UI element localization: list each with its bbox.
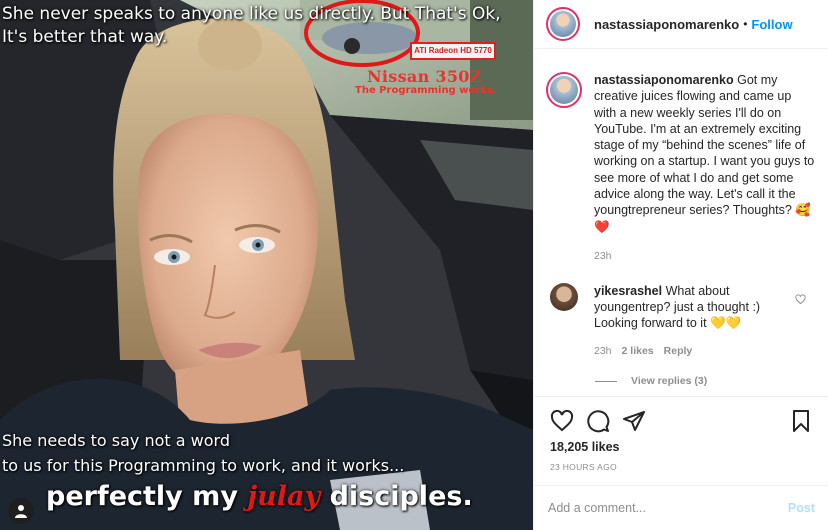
heart-icon[interactable]: [550, 409, 574, 433]
author-avatar[interactable]: [546, 7, 580, 41]
post-button[interactable]: Post: [788, 501, 815, 515]
comment-likes[interactable]: 2 likes: [622, 343, 654, 359]
comment-icon[interactable]: [586, 409, 610, 433]
view-replies-label: View replies (3): [631, 375, 708, 387]
gpu-label-box: ATI Radeon HD 5770: [410, 42, 496, 60]
share-icon[interactable]: [622, 409, 646, 433]
header-separator: •: [743, 17, 748, 31]
comment-time[interactable]: 23h: [594, 343, 612, 359]
overlay-big-post: disciples.: [320, 481, 473, 512]
car-model-label: Nissan 350Z: [367, 67, 482, 86]
likes-count[interactable]: 18,205 likes: [550, 440, 620, 454]
add-comment-bar: Post: [534, 485, 828, 530]
bookmark-icon[interactable]: [789, 409, 813, 433]
caption-avatar[interactable]: [546, 72, 582, 108]
replies-divider: [595, 380, 617, 382]
comment-username[interactable]: yikesrashel: [594, 284, 662, 298]
author-username[interactable]: nastassiaponomarenko: [594, 17, 739, 32]
commenter-avatar[interactable]: [550, 283, 578, 311]
caption-text: Got my creative juices flowing and came …: [594, 73, 815, 234]
caption-username[interactable]: nastassiaponomarenko: [594, 73, 734, 87]
comment-heart-icon[interactable]: [795, 292, 806, 310]
overlay-bottom-line1: She needs to say not a word: [2, 431, 230, 450]
overlay-big-pre: perfectly my: [46, 481, 248, 512]
view-replies-button[interactable]: View replies (3): [595, 375, 707, 387]
post-caption: nastassiaponomarenko Got my creative jui…: [546, 72, 826, 264]
post-photo[interactable]: She never speaks to anyone like us direc…: [0, 0, 533, 530]
comment-item: yikesrashel What about youngentrep? just…: [550, 283, 825, 359]
reply-button[interactable]: Reply: [664, 343, 693, 359]
post-actions: 18,205 likes 23 HOURS AGO: [534, 396, 828, 494]
follow-button[interactable]: Follow: [751, 17, 792, 32]
overlay-caption-bottom: She needs to say not a word to us for th…: [2, 428, 532, 478]
comment-input[interactable]: [548, 501, 788, 515]
post-header: nastassiaponomarenko • Follow: [534, 0, 828, 49]
post-sidebar: nastassiaponomarenko • Follow nastassiap…: [533, 0, 828, 530]
car-subtitle: The Programming works.: [355, 85, 497, 96]
post-timestamp[interactable]: 23 HOURS AGO: [550, 462, 617, 472]
overlay-big-accent: julay: [247, 481, 321, 512]
overlay-big-line: perfectly my julay disciples.: [46, 481, 473, 512]
user-tag-icon[interactable]: [8, 498, 34, 524]
caption-time[interactable]: 23h: [594, 248, 816, 264]
overlay-bottom-line2: to us for this Programming to work, and …: [2, 456, 405, 475]
overlay-top-line1: She never speaks to anyone like us direc…: [2, 4, 501, 24]
